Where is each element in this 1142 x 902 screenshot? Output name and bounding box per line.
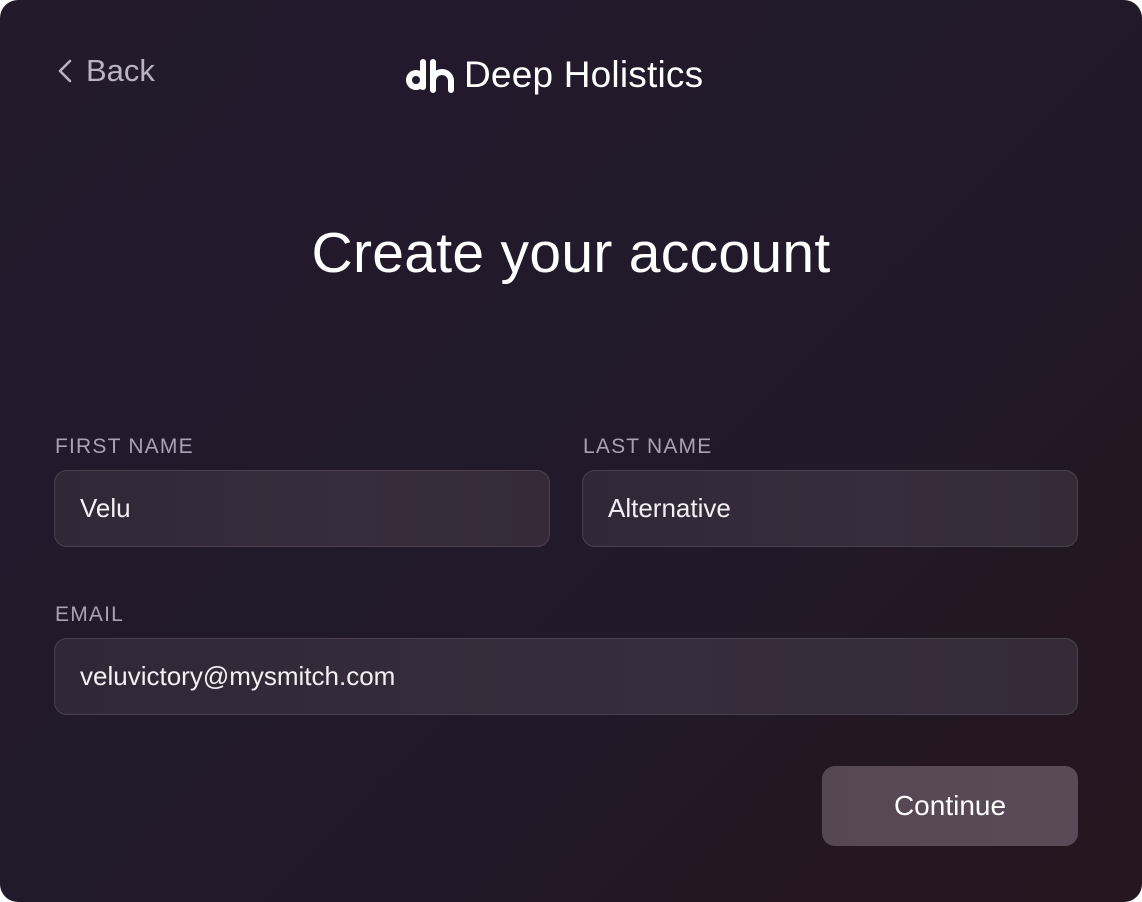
first-name-field-wrapper — [54, 470, 550, 547]
email-label: EMAIL — [55, 603, 125, 626]
email-input[interactable] — [55, 661, 1077, 692]
back-label: Back — [86, 53, 155, 88]
brand: Deep Holistics — [404, 52, 703, 98]
last-name-input[interactable] — [583, 493, 1077, 524]
brand-name: Deep Holistics — [464, 54, 704, 95]
page-title: Create your account — [311, 221, 831, 285]
first-name-label: FIRST NAME — [55, 435, 194, 458]
email-field-wrapper — [54, 638, 1078, 715]
first-name-input[interactable] — [55, 493, 549, 524]
continue-button[interactable]: Continue — [822, 766, 1078, 846]
signup-panel: Back Deep Holistics Create your account … — [0, 0, 1142, 902]
back-button[interactable]: Back — [58, 52, 155, 90]
dh-logo-icon — [404, 57, 454, 93]
last-name-label: LAST NAME — [583, 435, 713, 458]
last-name-field-wrapper — [582, 470, 1078, 547]
chevron-left-icon — [58, 59, 72, 83]
